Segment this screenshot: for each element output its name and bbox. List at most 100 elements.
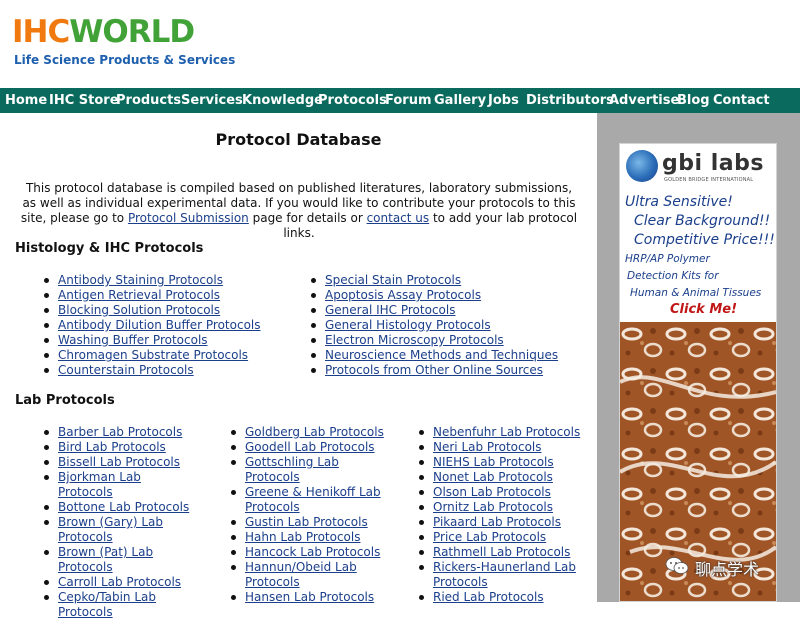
protocol-link[interactable]: Nonet Lab Protocols [433, 470, 553, 484]
protocol-link[interactable]: Counterstain Protocols [58, 363, 194, 377]
nav-jobs[interactable]: Jobs [488, 92, 519, 109]
gbi-brand-subtitle: GOLDEN BRIDGE INTERNATIONAL [664, 177, 754, 183]
protocol-link[interactable]: Carroll Lab Protocols [58, 575, 181, 589]
gbi-labs-logo: gbi labs GOLDEN BRIDGE INTERNATIONAL [626, 150, 772, 186]
protocol-link[interactable]: Rathmell Lab Protocols [433, 545, 570, 559]
protocol-list-item: Goodell Lab Protocols [231, 440, 393, 455]
protocol-link[interactable]: General IHC Protocols [325, 303, 455, 317]
gbi-brand-name: gbi labs [662, 151, 764, 176]
protocol-link[interactable]: Antibody Staining Protocols [58, 273, 223, 287]
protocol-link[interactable]: Pikaard Lab Protocols [433, 515, 561, 529]
ihcworld-logo[interactable]: IHCWORLD [12, 14, 195, 50]
protocol-link[interactable]: Bottone Lab Protocols [58, 500, 189, 514]
protocol-list-item: General Histology Protocols [311, 318, 573, 333]
protocol-link[interactable]: Goldberg Lab Protocols [245, 425, 384, 439]
protocol-link[interactable]: Apoptosis Assay Protocols [325, 288, 481, 302]
protocol-link[interactable]: Brown (Gary) Lab Protocols [58, 515, 163, 544]
protocol-list-item: Carroll Lab Protocols [44, 575, 196, 590]
protocol-list-item: Gustin Lab Protocols [231, 515, 393, 530]
nav-protocols[interactable]: Protocols [318, 92, 387, 109]
nav-home[interactable]: Home [5, 92, 47, 109]
protocol-link[interactable]: Gottschling Lab Protocols [245, 455, 339, 484]
page-title: Protocol Database [215, 130, 382, 149]
nav-distributors[interactable]: Distributors [526, 92, 614, 109]
protocol-list-item: Rickers-Haunerland Lab Protocols [419, 560, 586, 590]
nav-advertise[interactable]: Advertise [609, 92, 679, 109]
protocol-list-item: Pikaard Lab Protocols [419, 515, 586, 530]
protocol-link[interactable]: Antibody Dilution Buffer Protocols [58, 318, 261, 332]
gbi-labs-ad-banner[interactable]: gbi labs GOLDEN BRIDGE INTERNATIONAL Ult… [619, 143, 777, 602]
ad-click-me-link[interactable]: Click Me! [670, 302, 737, 317]
protocol-list-item: Protocols from Other Online Sources [311, 363, 573, 378]
protocol-link[interactable]: Olson Lab Protocols [433, 485, 551, 499]
histology-section-heading: Histology & IHC Protocols [15, 241, 204, 256]
protocol-link[interactable]: Electron Microscopy Protocols [325, 333, 504, 347]
protocol-list-item: Bissell Lab Protocols [44, 455, 196, 470]
protocol-list-item: Nebenfuhr Lab Protocols [419, 425, 586, 440]
nav-blog[interactable]: Blog [677, 92, 710, 109]
protocol-list-item: Bird Lab Protocols [44, 440, 196, 455]
protocol-link[interactable]: Rickers-Haunerland Lab Protocols [433, 560, 576, 589]
protocol-link[interactable]: Special Stain Protocols [325, 273, 461, 287]
nav-forum[interactable]: Forum [385, 92, 432, 109]
site-header: IHCWORLD Life Science Products & Service… [0, 0, 800, 88]
protocol-link[interactable]: Neuroscience Methods and Techniques [325, 348, 558, 362]
protocol-link[interactable]: Hancock Lab Protocols [245, 545, 380, 559]
protocol-list-item: Counterstain Protocols [44, 363, 296, 378]
protocol-list-item: Rathmell Lab Protocols [419, 545, 586, 560]
protocol-list-item: Bjorkman Lab Protocols [44, 470, 196, 500]
protocol-list-item: Blocking Solution Protocols [44, 303, 296, 318]
protocol-list-item: Cepko/Tabin Lab Protocols [44, 590, 196, 620]
protocol-list-item: Special Stain Protocols [311, 273, 573, 288]
protocol-list-item: Neri Lab Protocols [419, 440, 586, 455]
intro-text: page for details or [248, 211, 367, 225]
protocol-link[interactable]: Washing Buffer Protocols [58, 333, 208, 347]
protocol-list-item: Gottschling Lab Protocols [231, 455, 393, 485]
protocol-list-item: Brown (Pat) Lab Protocols [44, 545, 196, 575]
contact-us-link[interactable]: contact us [367, 211, 430, 225]
protocol-link[interactable]: Ornitz Lab Protocols [433, 500, 553, 514]
protocol-link[interactable]: Bird Lab Protocols [58, 440, 166, 454]
protocol-link[interactable]: Antigen Retrieval Protocols [58, 288, 220, 302]
protocol-link[interactable]: Cepko/Tabin Lab Protocols [58, 590, 156, 619]
protocol-list-item: Chromagen Substrate Protocols [44, 348, 296, 363]
protocol-list-item: Goldberg Lab Protocols [231, 425, 393, 440]
lab-list-column-2: Goldberg Lab Protocols Goodell Lab Protoc… [231, 425, 393, 605]
nav-gallery[interactable]: Gallery [434, 92, 486, 109]
protocol-list-item: Apoptosis Assay Protocols [311, 288, 573, 303]
protocol-link[interactable]: Barber Lab Protocols [58, 425, 182, 439]
ad-line-detection-kits: Detection Kits for [627, 270, 719, 282]
nav-contact[interactable]: Contact [713, 92, 770, 109]
nav-products[interactable]: Products [116, 92, 181, 109]
nav-services[interactable]: Services [181, 92, 243, 109]
protocol-link[interactable]: Chromagen Substrate Protocols [58, 348, 248, 362]
ad-line-polymer: HRP/AP Polymer [625, 253, 710, 265]
protocol-link[interactable]: Hahn Lab Protocols [245, 530, 360, 544]
protocol-link[interactable]: Greene & Henikoff Lab Protocols [245, 485, 381, 514]
watermark-text: 聊点学术 [695, 560, 760, 579]
protocol-link[interactable]: Price Lab Protocols [433, 530, 546, 544]
protocol-link[interactable]: Bjorkman Lab Protocols [58, 470, 141, 499]
protocol-link[interactable]: Protocols from Other Online Sources [325, 363, 543, 377]
protocol-link[interactable]: Nebenfuhr Lab Protocols [433, 425, 580, 439]
protocol-link[interactable]: Gustin Lab Protocols [245, 515, 368, 529]
intro-paragraph: This protocol database is compiled based… [18, 181, 580, 241]
protocol-link[interactable]: Hannun/Obeid Lab Protocols [245, 560, 357, 589]
protocol-link[interactable]: Bissell Lab Protocols [58, 455, 180, 469]
main-nav: Home IHC Store Products Services Knowled… [0, 88, 800, 113]
protocol-list-item: NIEHS Lab Protocols [419, 455, 586, 470]
protocol-link[interactable]: Brown (Pat) Lab Protocols [58, 545, 153, 574]
protocol-list-item: Electron Microscopy Protocols [311, 333, 573, 348]
protocol-list-item: Hancock Lab Protocols [231, 545, 393, 560]
protocol-link[interactable]: Blocking Solution Protocols [58, 303, 220, 317]
nav-ihc-store[interactable]: IHC Store [49, 92, 119, 109]
protocol-submission-link[interactable]: Protocol Submission [128, 211, 249, 225]
protocol-link[interactable]: Neri Lab Protocols [433, 440, 542, 454]
sidebar: gbi labs GOLDEN BRIDGE INTERNATIONAL Ult… [597, 113, 800, 602]
protocol-list-item: Olson Lab Protocols [419, 485, 586, 500]
nav-knowledge[interactable]: Knowledge [242, 92, 323, 109]
main-content: Protocol Database This protocol database… [0, 113, 597, 619]
protocol-link[interactable]: Goodell Lab Protocols [245, 440, 375, 454]
protocol-link[interactable]: NIEHS Lab Protocols [433, 455, 554, 469]
protocol-link[interactable]: General Histology Protocols [325, 318, 491, 332]
